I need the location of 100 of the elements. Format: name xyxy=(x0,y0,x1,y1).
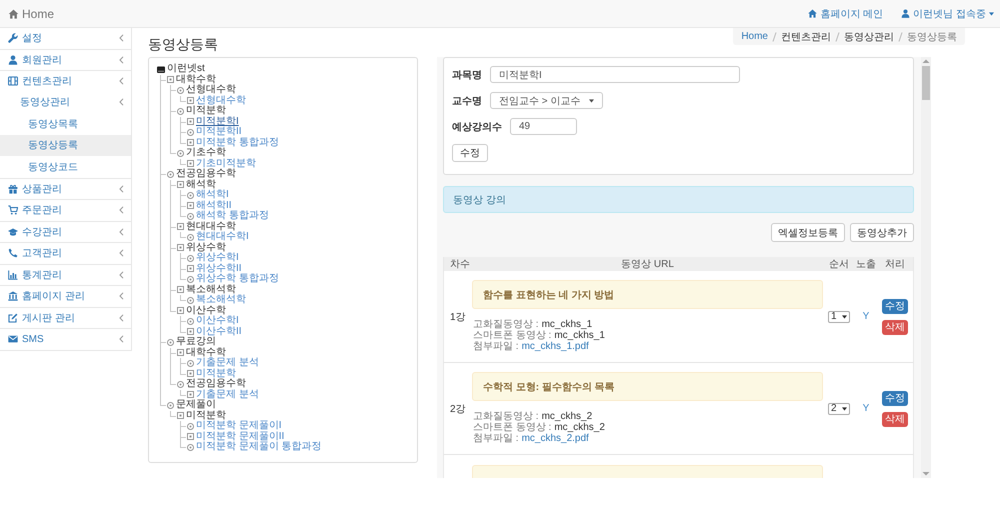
caret-icon xyxy=(589,98,594,102)
tree-item[interactable]: 해석학 통합과정 xyxy=(196,211,269,222)
file-link[interactable]: mc_ckhs_1.pdf xyxy=(522,341,589,352)
circle-icon xyxy=(167,338,174,346)
sidebar-item[interactable]: 게시판 관리 xyxy=(0,308,131,328)
tree-item[interactable]: 위상수학II xyxy=(196,264,242,274)
sidebar-item[interactable]: 고객관리 xyxy=(0,243,131,264)
tree-item[interactable]: 대학수학 xyxy=(176,74,216,85)
tree-item[interactable]: 위상수학 통합과정 xyxy=(196,274,279,284)
visibility-status: Y xyxy=(862,403,870,414)
professor-select[interactable]: 전임교수 > 이교수 xyxy=(490,92,604,109)
field-label: 첨부파일 : xyxy=(473,341,519,352)
tree-item[interactable]: 기초미적분학 xyxy=(196,158,256,169)
tree-item[interactable]: 복소해석학 xyxy=(186,284,236,295)
column-header: 처리 xyxy=(884,258,906,271)
circle-icon xyxy=(187,444,194,451)
sidebar-item[interactable]: SMS xyxy=(0,329,131,350)
sidebar-subitem[interactable]: 동영상등록 xyxy=(0,134,131,156)
square-icon xyxy=(187,370,194,378)
tree-item[interactable]: 미적분학 xyxy=(186,410,226,421)
tree-item[interactable]: 미적분학 문제풀이 통합과정 xyxy=(196,442,322,452)
field-label: 첨부파일 : xyxy=(473,433,519,444)
tree-item[interactable]: 미적분학I xyxy=(196,116,239,127)
square-icon xyxy=(187,265,194,272)
tree-item[interactable]: 전공임용수학 xyxy=(186,379,246,390)
tree-item[interactable]: 복소해석학 xyxy=(196,295,246,306)
graduation-cap-icon xyxy=(8,226,18,237)
sidebar-subitem[interactable]: 동영상관리 xyxy=(0,92,131,113)
excel-register-button[interactable]: 엑셀정보등록 xyxy=(771,223,845,242)
sidebar-item[interactable]: 통계관리 xyxy=(0,264,131,285)
tree-item[interactable]: 미적분학 xyxy=(196,368,236,379)
circle-icon xyxy=(187,318,194,325)
caret-icon xyxy=(842,314,847,318)
cart-icon xyxy=(8,205,18,216)
number-field[interactable]: 49 xyxy=(510,118,577,135)
square-icon xyxy=(187,433,194,440)
circle-icon xyxy=(187,234,194,241)
sidebar-item[interactable]: 홈페이지 관리 xyxy=(0,286,131,306)
square-icon xyxy=(177,286,184,294)
update-button[interactable]: 수정 xyxy=(452,144,488,162)
sidebar-subitem[interactable]: 동영상코드 xyxy=(0,156,131,178)
sidebar-item[interactable]: 컨텐츠관리 xyxy=(0,71,131,92)
homepage-link[interactable]: 홈페이지 메인 xyxy=(808,6,884,20)
tree-item[interactable]: 선형대수학 xyxy=(196,96,246,106)
sidebar-item[interactable]: 주문관리 xyxy=(0,200,131,220)
tree-item[interactable]: 현대대수학 xyxy=(186,222,236,232)
tree-item[interactable]: 이산수학II xyxy=(196,326,242,337)
text-field[interactable]: 미적분학I xyxy=(490,66,740,83)
tree-item[interactable]: 이산수학 xyxy=(186,306,226,316)
sidebar-item[interactable]: 회원관리 xyxy=(0,50,131,70)
circle-icon xyxy=(187,212,194,220)
bar-chart-icon xyxy=(8,270,18,280)
tree-item[interactable]: 미적분학 xyxy=(186,106,226,116)
tree-item[interactable]: 위상수학 xyxy=(186,242,226,253)
order-select[interactable]: 1 xyxy=(828,310,850,322)
scrollbar[interactable] xyxy=(921,57,931,478)
edit-button[interactable]: 수정 xyxy=(882,390,908,406)
tree-item[interactable]: 해석학II xyxy=(196,200,232,211)
sidebar-item[interactable]: 설정 xyxy=(0,28,131,48)
square-icon xyxy=(187,328,194,336)
tree-item[interactable]: 미적분학 문제풀이II xyxy=(196,432,284,442)
circle-icon xyxy=(187,192,194,199)
add-video-button[interactable]: 동영상추가 xyxy=(850,223,914,242)
breadcrumb-link[interactable]: Home xyxy=(741,31,768,42)
tree-item[interactable]: 기출문제 분석 xyxy=(196,390,259,400)
sidebar-item[interactable]: 상품관리 xyxy=(0,178,131,199)
home-link[interactable]: Home xyxy=(8,6,54,20)
tree-item[interactable]: 문제풀이 xyxy=(176,400,216,410)
delete-button[interactable]: 삭제 xyxy=(882,412,908,426)
tree-item[interactable]: 전공임용수학 xyxy=(176,169,236,180)
tree-item[interactable]: 미적분학 문제풀이I xyxy=(196,421,282,432)
order-select[interactable]: 2 xyxy=(828,402,850,414)
sidebar-item[interactable]: 수강관리 xyxy=(0,222,131,242)
tree-item[interactable]: 미적분학II xyxy=(196,127,242,138)
tree-item[interactable]: 해석학 xyxy=(186,180,216,190)
user-menu[interactable]: 이런넷님 접속중 xyxy=(901,6,994,20)
section-banner: 동영상 강의 xyxy=(443,186,914,213)
tree-item[interactable]: 무료강의 xyxy=(176,337,216,348)
field-label: 예상강의수 xyxy=(452,120,502,134)
file-link[interactable]: mc_ckhs_2.pdf xyxy=(522,433,589,444)
tree-item[interactable]: 현대대수학I xyxy=(196,232,249,242)
tree-item[interactable]: 위상수학I xyxy=(196,253,239,264)
tree-item[interactable]: 기출문제 분석 xyxy=(196,358,259,368)
circle-icon xyxy=(187,254,194,262)
tree-item[interactable]: 이런넷st xyxy=(167,64,205,74)
film-icon xyxy=(8,76,18,86)
tree-item[interactable]: 대학수학 xyxy=(186,348,226,358)
sidebar-subitem[interactable]: 동영상목록 xyxy=(0,113,131,134)
square-icon xyxy=(187,391,194,398)
scrollbar-thumb[interactable] xyxy=(922,66,930,100)
delete-button[interactable]: 삭제 xyxy=(882,320,908,334)
tree-item[interactable]: 이산수학I xyxy=(196,316,239,326)
home-icon xyxy=(808,9,818,18)
tree-item[interactable]: 선형대수학 xyxy=(186,85,236,96)
tree-item[interactable]: 기초수학 xyxy=(186,148,226,158)
edit-button[interactable]: 수정 xyxy=(882,298,908,314)
tree-item[interactable]: 해석학I xyxy=(196,190,229,200)
slash-icon xyxy=(835,32,840,42)
visibility-status: Y xyxy=(862,311,870,322)
tree-item[interactable]: 미적분학 통합과정 xyxy=(196,138,279,148)
